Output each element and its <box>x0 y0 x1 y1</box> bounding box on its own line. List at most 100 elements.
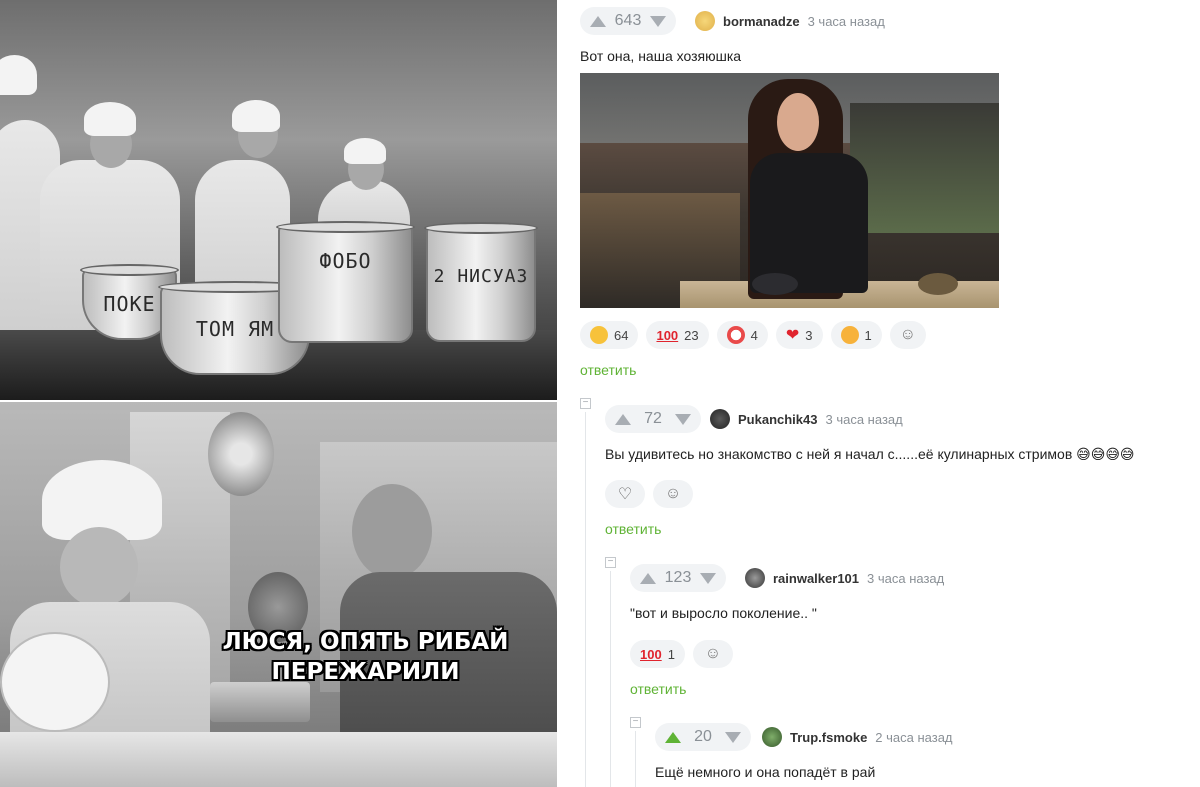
comment-text: "вот и выросло поколение.. " <box>630 605 817 621</box>
heart-icon: ❤ <box>785 327 800 344</box>
reply-link[interactable]: ответить <box>630 681 686 697</box>
vote-score: 72 <box>644 410 662 427</box>
vote-control: 72 <box>605 405 701 433</box>
upvote-icon[interactable] <box>590 15 606 27</box>
reaction-count: 1 <box>667 646 675 662</box>
vote-control: 643 <box>580 7 676 35</box>
avatar[interactable] <box>710 409 730 429</box>
pot-label: 2 НИСУАЗ <box>433 266 529 287</box>
laughing-emoji-icon <box>590 326 608 344</box>
username[interactable]: Trup.fsmoke <box>790 730 867 745</box>
cook-cap <box>84 102 136 136</box>
add-reaction-button[interactable]: ☺ <box>653 480 693 508</box>
avatar[interactable] <box>745 568 765 588</box>
cook-cap <box>232 100 280 132</box>
avatar[interactable] <box>762 727 782 747</box>
upvote-icon[interactable] <box>615 413 631 425</box>
comment-text: Вот она, наша хозяюшка <box>580 48 742 64</box>
reaction-count: 23 <box>684 327 699 343</box>
reaction-heart[interactable]: ❤ 3 <box>775 321 823 349</box>
reply-link[interactable]: ответить <box>605 521 661 537</box>
kiss-emoji-icon <box>840 326 859 344</box>
comment-text: Вы удивитесь но знакомство с ней я начал… <box>605 446 1135 462</box>
reactions-row: 64 100 23 4 ❤ 3 1 ☺ <box>580 321 926 349</box>
meme-top-panel: ПОКЕ ТОМ ЯМ ФОБО 2 НИСУАЗ <box>0 0 557 400</box>
timestamp: 3 часа назад <box>825 411 903 427</box>
vote-score: 20 <box>694 728 712 745</box>
reaction-laughing[interactable]: 64 <box>580 321 639 349</box>
comment-photo[interactable] <box>580 73 999 308</box>
thread-line <box>635 731 636 787</box>
comment-author: Trup.fsmoke 2 часа назад <box>762 723 953 751</box>
hundred-emoji-icon: 100 <box>656 327 679 343</box>
reaction-hundred[interactable]: 100 23 <box>646 321 709 349</box>
upvote-icon[interactable] <box>665 731 681 743</box>
downvote-icon[interactable] <box>650 15 666 27</box>
reaction-count: 1 <box>864 327 872 343</box>
like-button[interactable]: ♡ <box>605 480 645 508</box>
reactions-row: ♡ ☺ <box>605 480 693 508</box>
clown-emoji-icon <box>726 326 745 344</box>
username[interactable]: Pukanchik43 <box>738 412 818 427</box>
cook-cap <box>0 55 37 95</box>
smiley-plus-icon: ☺ <box>899 326 916 343</box>
comment-author: rainwalker101 3 часа назад <box>745 564 944 592</box>
plates-stack <box>210 682 310 722</box>
reaction-kiss[interactable]: 1 <box>830 321 882 349</box>
reaction-count: 4 <box>750 327 758 343</box>
username[interactable]: bormanadze <box>723 14 800 29</box>
caption-line: ПЕРЕЖАРИЛИ <box>271 659 460 685</box>
heart-outline-icon: ♡ <box>617 486 633 503</box>
comment-author: bormanadze 3 часа назад <box>695 7 885 35</box>
cook-cap <box>344 138 386 164</box>
vote-control: 123 <box>630 564 726 592</box>
timestamp: 3 часа назад <box>867 570 945 586</box>
photo-bowl <box>918 273 958 295</box>
colander <box>208 412 274 496</box>
photo-shirt <box>750 153 868 293</box>
comment-author: Pukanchik43 3 часа назад <box>710 405 903 433</box>
pot-fobo: ФОБО <box>276 221 415 343</box>
photo-shelves <box>850 103 999 233</box>
vote-control: 20 <box>655 723 751 751</box>
caption-line: ЛЮСЯ, ОПЯТЬ РИБАЙ <box>222 629 509 655</box>
meme-image: ПОКЕ ТОМ ЯМ ФОБО 2 НИСУАЗ ЛЮСЯ, ОПЯТЬ РИ… <box>0 0 557 787</box>
meme-bottom-panel <box>0 402 557 787</box>
reply-link[interactable]: ответить <box>580 362 636 378</box>
timestamp: 3 часа назад <box>807 13 885 29</box>
collapse-toggle[interactable]: − <box>580 398 591 409</box>
smiley-plus-icon: ☺ <box>704 645 722 662</box>
timestamp: 2 часа назад <box>875 729 953 745</box>
collapse-toggle[interactable]: − <box>630 717 641 728</box>
thread-line <box>585 412 586 787</box>
downvote-icon[interactable] <box>700 572 716 584</box>
reaction-hundred[interactable]: 100 1 <box>630 640 685 668</box>
reaction-clown[interactable]: 4 <box>716 321 768 349</box>
reactions-row: 100 1 ☺ <box>630 640 733 668</box>
add-reaction-button[interactable]: ☺ <box>692 640 733 668</box>
reaction-count: 64 <box>614 327 629 343</box>
downvote-icon[interactable] <box>675 413 691 425</box>
pot-nisuaz: 2 НИСУАЗ <box>424 222 538 342</box>
meme-caption: ЛЮСЯ, ОПЯТЬ РИБАЙ ПЕРЕЖАРИЛИ <box>213 627 518 687</box>
upvote-icon[interactable] <box>640 572 656 584</box>
hundred-emoji-icon: 100 <box>640 646 662 662</box>
add-reaction-button[interactable]: ☺ <box>889 321 926 349</box>
thread-line <box>610 571 611 787</box>
pot-label: ФОБО <box>319 249 372 273</box>
photo-bowl <box>752 273 798 295</box>
plate <box>0 632 110 732</box>
man-head <box>352 484 432 579</box>
reaction-count: 3 <box>805 327 813 343</box>
photo-face <box>777 93 819 151</box>
counter <box>0 732 557 787</box>
vote-score: 643 <box>614 12 642 29</box>
comment-text: Ещё немного и она попадёт в рай <box>655 764 876 780</box>
avatar[interactable] <box>695 11 715 31</box>
username[interactable]: rainwalker101 <box>773 571 859 586</box>
vote-score: 123 <box>664 569 692 586</box>
smiley-plus-icon: ☺ <box>664 485 682 502</box>
cook-head <box>60 527 138 607</box>
downvote-icon[interactable] <box>725 731 741 743</box>
collapse-toggle[interactable]: − <box>605 557 616 568</box>
